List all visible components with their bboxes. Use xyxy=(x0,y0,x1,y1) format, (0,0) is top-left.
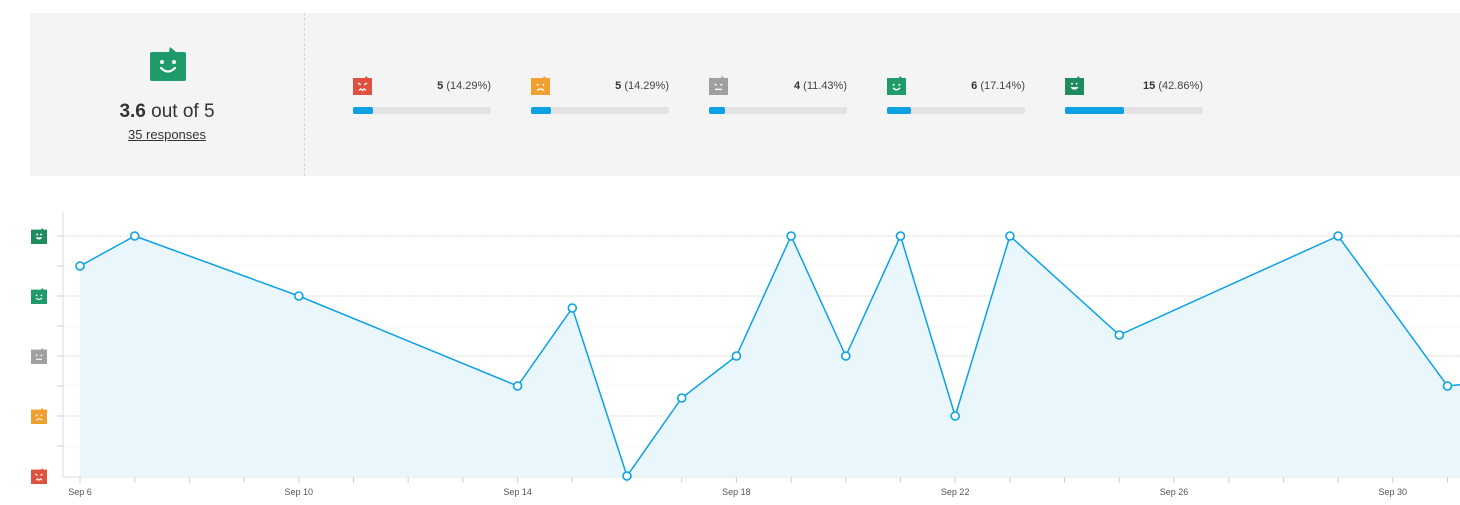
rating-count: 5 (14.29%) xyxy=(615,80,669,92)
overall-score: 3.6 out of 5 35 responses xyxy=(30,13,304,176)
x-tick-label: Sep 18 xyxy=(722,487,751,497)
rating-neutral: 4 (11.43%) xyxy=(709,76,847,116)
rating-bar-track xyxy=(709,107,847,114)
rating-percent: (42.86%) xyxy=(1155,80,1203,92)
x-tick-label: Sep 30 xyxy=(1379,487,1408,497)
sad-face-icon xyxy=(531,76,550,95)
rating-bar-fill xyxy=(1065,107,1125,114)
rating-count: 15 (42.86%) xyxy=(1143,80,1203,92)
neutral-face-icon xyxy=(709,76,728,95)
data-point[interactable] xyxy=(786,231,796,241)
rating-bar-fill xyxy=(353,107,373,114)
rating-angry: 5 (14.29%) xyxy=(353,76,491,116)
rating-bar-fill xyxy=(887,107,911,114)
rating-percent: (14.29%) xyxy=(443,80,491,92)
x-tick-label: Sep 22 xyxy=(941,487,970,497)
data-point[interactable] xyxy=(1333,231,1343,241)
happy-face-icon xyxy=(887,76,906,95)
sad-face-icon xyxy=(31,408,47,424)
happy-face-icon xyxy=(31,288,47,304)
data-point[interactable] xyxy=(567,303,578,313)
data-point[interactable] xyxy=(512,381,523,391)
rating-bar-fill xyxy=(531,107,551,114)
data-point[interactable] xyxy=(895,231,906,241)
data-point[interactable] xyxy=(676,393,687,403)
data-point[interactable] xyxy=(840,351,851,361)
rating-count: 5 (14.29%) xyxy=(437,80,491,92)
satisfaction-chart: Sep 6 Sep 10 Sep 14 Sep 18 Sep 22 Sep 26 Sep 3… xyxy=(31,212,1460,497)
series-area xyxy=(80,236,1460,477)
rating-bar-track xyxy=(531,107,669,114)
x-tick-label: Sep 26 xyxy=(1160,487,1189,497)
happy-face-icon xyxy=(150,47,186,81)
data-point[interactable] xyxy=(75,261,85,271)
rating-count: 6 (17.14%) xyxy=(971,80,1025,92)
data-point[interactable] xyxy=(950,411,961,421)
data-point[interactable] xyxy=(1114,330,1125,340)
love-face-icon xyxy=(1065,76,1084,95)
angry-face-icon xyxy=(31,468,47,484)
score-suffix: out of 5 xyxy=(145,101,215,122)
x-tick-label: Sep 10 xyxy=(285,487,314,497)
data-point[interactable] xyxy=(731,351,742,361)
rating-percent: (17.14%) xyxy=(977,80,1025,92)
rating-count: 4 (11.43%) xyxy=(794,80,847,92)
rating-summary-panel: 3.6 out of 5 35 responses 5 (14.29%) 5 (1… xyxy=(30,13,1460,176)
rating-bar-track xyxy=(1065,107,1203,114)
responses-link[interactable]: 35 responses xyxy=(128,127,206,142)
data-point[interactable] xyxy=(622,471,632,481)
rating-bar-track xyxy=(353,107,491,114)
responses-count: 35 responses xyxy=(30,127,304,142)
rating-percent: (11.43%) xyxy=(800,80,847,92)
neutral-face-icon xyxy=(31,348,47,364)
rating-sad: 5 (14.29%) xyxy=(531,76,669,116)
data-point[interactable] xyxy=(1005,231,1015,241)
divider xyxy=(304,13,305,176)
data-point[interactable] xyxy=(129,231,140,241)
data-point[interactable] xyxy=(293,291,304,301)
x-tick-label: Sep 6 xyxy=(68,487,92,497)
rating-love: 15 (42.86%) xyxy=(1065,76,1203,116)
rating-happy: 6 (17.14%) xyxy=(887,76,1025,116)
rating-count-value: 15 xyxy=(1143,80,1156,92)
angry-face-icon xyxy=(353,76,372,95)
average-score: 3.6 out of 5 xyxy=(30,101,304,123)
data-point[interactable] xyxy=(1442,381,1453,391)
rating-bar-track xyxy=(887,107,1025,114)
score-value: 3.6 xyxy=(119,101,146,122)
rating-bar-fill xyxy=(709,107,725,114)
rating-percent: (14.29%) xyxy=(621,80,669,92)
love-face-icon xyxy=(31,228,47,244)
x-tick-label: Sep 14 xyxy=(503,487,532,497)
